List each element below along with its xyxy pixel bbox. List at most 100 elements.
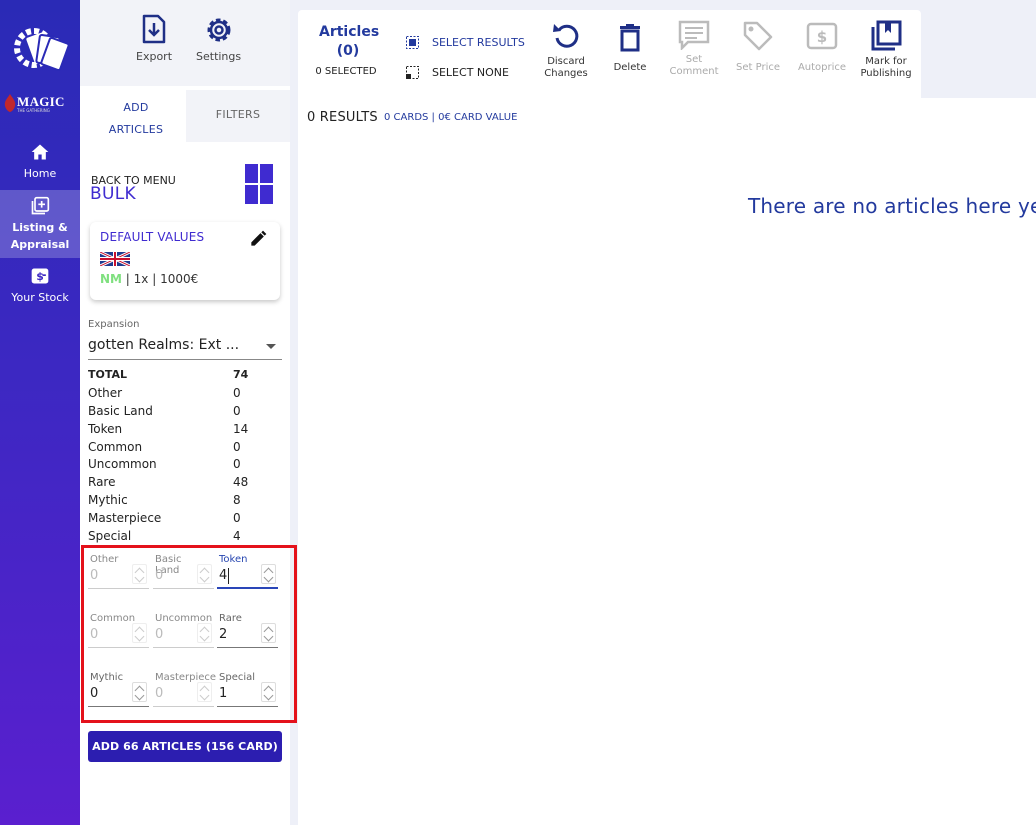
mark-label-2: Publishing — [860, 68, 912, 79]
count-row: Special 4 — [88, 528, 268, 546]
nav-item-home[interactable]: Home — [0, 142, 80, 188]
settings-button[interactable]: Settings — [196, 14, 241, 63]
tab-filters[interactable]: FILTERS — [186, 90, 290, 142]
expansion-select[interactable]: gotten Realms: Ext ... — [88, 334, 282, 360]
count-value: 0 — [233, 457, 241, 472]
mark-label-1: Mark for — [865, 56, 907, 67]
money-icon: $ — [31, 268, 49, 284]
selected-count: 0 SELECTED — [315, 66, 377, 77]
empty-state-message: There are no articles here yet. — [748, 194, 1036, 218]
count-row: Rare 48 — [88, 474, 268, 492]
delete-label: Delete — [613, 62, 647, 73]
delete-button[interactable]: Delete — [599, 24, 661, 74]
count-row: Token 14 — [88, 421, 268, 439]
results-summary: 0 CARDS | 0€ CARD VALUE — [384, 112, 518, 123]
select-all-icon — [406, 36, 419, 49]
nav-item-label: Your Stock — [11, 291, 69, 304]
count-value: 8 — [233, 493, 241, 508]
bulk-title: BULK — [90, 184, 136, 204]
nav-item-label-2: Appraisal — [10, 238, 70, 251]
select-results-label: SELECT RESULTS — [432, 36, 525, 49]
grid-view-icon[interactable] — [245, 164, 273, 204]
condition-badge: NM — [100, 272, 122, 286]
select-none-label: SELECT NONE — [432, 66, 509, 79]
expansion-value: gotten Realms: Ext ... — [88, 337, 240, 353]
brand-subtitle: THE GATHERING — [17, 108, 50, 113]
gear-icon — [207, 18, 231, 42]
set-price-button[interactable]: Set Price — [727, 20, 789, 74]
set-comment-label-1: Set — [685, 54, 703, 65]
count-row: Uncommon 0 — [88, 456, 268, 474]
export-button[interactable]: Export — [136, 14, 172, 63]
set-comment-button[interactable]: Set Comment — [663, 20, 725, 78]
add-articles-button[interactable]: ADD 66 ARTICLES (156 CARD) — [88, 731, 282, 762]
count-row: Masterpiece 0 — [88, 510, 268, 528]
count-name: Other — [88, 385, 123, 400]
count-value: 48 — [233, 475, 249, 490]
nav-item-label: Listing & — [12, 221, 68, 234]
panel-tabs: ADD ARTICLES FILTERS — [80, 90, 290, 142]
nav-item-your-stock[interactable]: $ Your Stock — [0, 266, 80, 312]
count-name: Token — [88, 421, 123, 436]
default-values-summary: NM | 1x | 1000€ — [100, 272, 198, 286]
deselect-icon — [406, 66, 419, 79]
discard-changes-button[interactable]: Discard Changes — [535, 20, 597, 80]
count-name: TOTAL — [88, 368, 128, 381]
count-name: Uncommon — [88, 457, 157, 472]
dropdown-arrow-icon — [266, 344, 276, 349]
app-logo-icon — [14, 28, 70, 72]
count-name: Basic Land — [88, 403, 153, 418]
count-value: 0 — [233, 439, 241, 454]
count-value: 0 — [233, 511, 241, 526]
rarity-counts-list: TOTAL 74 Other 0 Basic Land 0 Token 14 Commo… — [88, 367, 268, 546]
count-name: Mythic — [88, 493, 128, 508]
count-value: 0 — [233, 403, 241, 418]
articles-count: (0) — [336, 43, 360, 59]
count-value: 4 — [233, 529, 241, 544]
tab-add-line2: ARTICLES — [108, 123, 164, 136]
count-row: Common 0 — [88, 439, 268, 457]
home-icon — [31, 144, 49, 160]
edit-pencil-icon[interactable] — [248, 229, 268, 249]
count-row: Mythic 8 — [88, 492, 268, 510]
panel-toolbar — [80, 0, 290, 86]
discard-label-2: Changes — [544, 68, 588, 79]
main-nav: MAGIC THE GATHERING Home Listing & Appra… — [0, 0, 80, 825]
nav-item-label: Home — [23, 167, 57, 180]
trash-icon — [620, 24, 640, 52]
export-icon — [142, 14, 166, 44]
articles-summary: Articles (0) 0 SELECTED — [315, 24, 380, 77]
articles-label: Articles — [319, 24, 380, 40]
tab-add-articles[interactable]: ADD ARTICLES — [86, 90, 186, 142]
mark-for-publishing-button[interactable]: Mark for Publishing — [855, 20, 917, 80]
count-value: 0 — [233, 385, 241, 400]
count-row: Other 0 — [88, 385, 268, 403]
highlight-box — [81, 545, 297, 723]
expansion-label: Expansion — [88, 319, 140, 330]
autoprice-icon: $ — [806, 22, 838, 50]
default-values-card: DEFAULT VALUES NM | 1x | 1000€ — [90, 222, 280, 300]
default-values-title: DEFAULT VALUES — [100, 230, 205, 244]
bookmarks-icon — [871, 20, 902, 51]
count-name: Special — [88, 529, 132, 544]
nav-item-listing-appraisal[interactable]: Listing & Appraisal — [0, 190, 80, 258]
count-value: 74 — [233, 368, 249, 381]
autoprice-button[interactable]: $ Autoprice — [791, 20, 853, 74]
comment-icon — [678, 20, 710, 50]
count-name: Rare — [88, 475, 116, 490]
export-label: Export — [136, 50, 173, 63]
autoprice-label: Autoprice — [797, 62, 847, 73]
set-price-label: Set Price — [736, 62, 780, 73]
settings-label: Settings — [196, 50, 242, 63]
count-row: TOTAL 74 — [88, 367, 268, 385]
count-name: Common — [88, 439, 143, 454]
svg-text:$: $ — [817, 28, 827, 46]
uk-flag-icon — [100, 252, 130, 266]
svg-text:$: $ — [36, 270, 44, 283]
add-box-icon — [31, 196, 50, 215]
default-values-rest: | 1x | 1000€ — [121, 272, 199, 286]
set-comment-label-2: Comment — [669, 66, 719, 77]
tag-icon — [743, 21, 773, 51]
discard-label-1: Discard — [547, 56, 585, 67]
results-count: 0 RESULTS — [307, 110, 378, 125]
